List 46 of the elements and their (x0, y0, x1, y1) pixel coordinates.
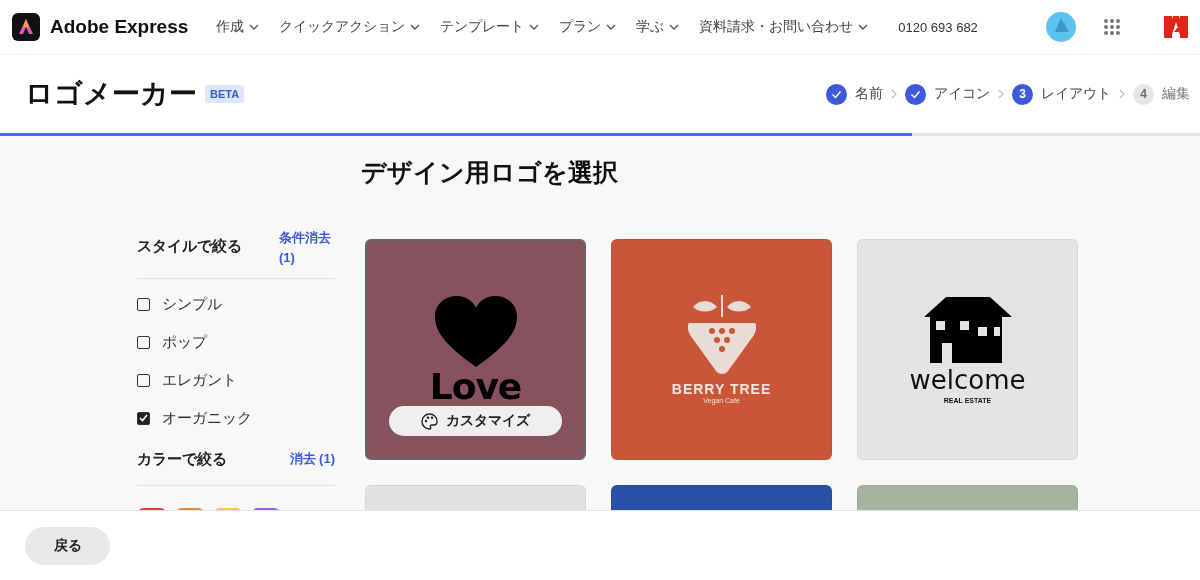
style-checkbox[interactable]: ポップ (137, 323, 335, 361)
logo-title: BERRY TREE (671, 381, 772, 397)
nav-menu[interactable]: テンプレート (440, 18, 540, 36)
chevron-right-icon (998, 89, 1004, 99)
palette-icon (421, 412, 438, 430)
chevron-down-icon (669, 24, 680, 30)
apps-grid-icon[interactable] (1104, 19, 1120, 35)
chevron-right-icon (1119, 89, 1125, 99)
step-label: アイコン (934, 85, 990, 103)
brand-name[interactable]: Adobe Express (50, 16, 189, 38)
style-checkbox[interactable]: エレガント (137, 361, 335, 399)
adobe-logo-icon[interactable] (1164, 16, 1188, 38)
nav-menu[interactable]: 資料請求・お問い合わせ (699, 18, 869, 36)
step-label: 名前 (855, 85, 883, 103)
chevron-down-icon (529, 24, 540, 30)
app-logo-icon[interactable] (12, 13, 40, 41)
section-heading: デザイン用ロゴを選択 (361, 157, 619, 188)
style-checkbox[interactable]: オーガニック (137, 399, 335, 437)
avatar-icon[interactable] (1046, 12, 1076, 42)
step-label: レイアウト (1041, 85, 1111, 103)
step-number: 3 (1012, 83, 1033, 105)
chevron-right-icon (891, 89, 897, 99)
nav-menu[interactable]: クイックアクション (279, 18, 421, 36)
filter-title: カラーで絞る (137, 450, 227, 469)
checkmark-icon (139, 414, 148, 422)
phone-number: 0120 693 682 (898, 19, 978, 35)
step-number: 4 (1133, 83, 1154, 105)
chevron-down-icon (858, 24, 869, 30)
chevron-down-icon (410, 24, 421, 30)
back-button[interactable]: 戻る (25, 526, 110, 565)
clear-filter-link[interactable]: 消去 (1) (289, 449, 335, 469)
logo-text: Love (429, 368, 522, 405)
page-title: ロゴメーカー (25, 77, 197, 111)
clear-filter-link[interactable]: 条件消去 (1) (279, 228, 335, 268)
nav-menu[interactable]: 作成 (216, 18, 260, 36)
nav-menu[interactable]: 学ぶ (636, 18, 680, 36)
chevron-down-icon (249, 24, 260, 30)
beta-badge: BETA (205, 85, 245, 103)
customize-button[interactable]: カスタマイズ (389, 406, 562, 436)
style-checkbox[interactable]: シンプル (137, 285, 335, 323)
nav-menu[interactable]: プラン (559, 18, 617, 36)
logo-card[interactable]: Love カスタマイズ (365, 239, 586, 460)
chevron-down-icon (606, 24, 617, 30)
step-label: 編集 (1162, 85, 1190, 103)
logo-title: welcome (909, 367, 1026, 393)
filter-title: スタイルで絞る (137, 237, 242, 256)
